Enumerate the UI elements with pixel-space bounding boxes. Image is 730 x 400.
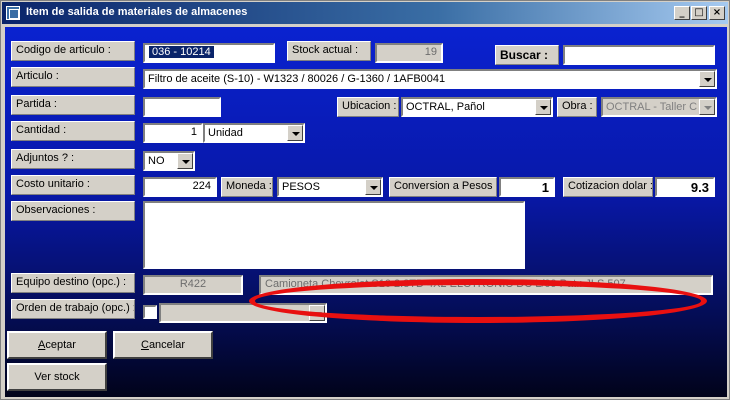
codigo-label: Codigo de articulo :	[11, 41, 135, 61]
cotizacion-label: Cotizacion dolar :	[563, 177, 653, 197]
unidad-combo[interactable]: Unidad	[203, 123, 305, 143]
stock-label: Stock actual :	[287, 41, 371, 61]
chevron-down-icon[interactable]	[177, 153, 193, 169]
buscar-label: Buscar :	[495, 45, 559, 65]
observaciones-label: Observaciones :	[11, 201, 135, 221]
obra-value: OCTRAL - Taller C	[606, 101, 697, 113]
window-title: Item de salida de materiales de almacene…	[26, 6, 248, 18]
aceptar-label: ceptar	[45, 339, 76, 351]
minimize-button[interactable]: _	[674, 6, 690, 20]
unidad-value: Unidad	[208, 127, 243, 139]
chevron-down-icon[interactable]	[699, 71, 715, 87]
title-bar[interactable]: Item de salida de materiales de almacene…	[2, 2, 728, 24]
cotizacion-input[interactable]: 9.3	[655, 177, 715, 197]
cancelar-mnemonic: C	[140, 339, 149, 351]
equipo-label: Equipo destino (opc.) :	[11, 273, 135, 293]
partida-label: Partida :	[11, 95, 135, 115]
conversion-label: Conversion a Pesos :	[389, 177, 497, 197]
orden-label: Orden de trabajo (opc.) :	[11, 299, 135, 319]
maximize-button[interactable]: □	[691, 6, 707, 20]
adjuntos-combo[interactable]: NO	[143, 151, 195, 171]
orden-checkbox[interactable]	[143, 305, 157, 319]
form-area: Codigo de articulo : 036 - 10214 Stock a…	[5, 27, 727, 397]
obra-combo: OCTRAL - Taller C	[601, 97, 717, 117]
cantidad-label: Cantidad :	[11, 121, 135, 141]
equipo-description-field: Camioneta Chevrolet S10 2.8TD 4X2 ELCTRO…	[259, 275, 713, 295]
codigo-input[interactable]: 036 - 10214	[143, 43, 275, 63]
equipo-code-field: R422	[143, 275, 243, 295]
chevron-down-icon[interactable]	[287, 125, 303, 141]
ubicacion-label: Ubicacion :	[337, 97, 399, 117]
buscar-input[interactable]	[563, 45, 715, 65]
orden-combo	[159, 303, 327, 323]
cantidad-input[interactable]: 1	[143, 123, 203, 143]
adjuntos-label: Adjuntos ? :	[11, 149, 135, 169]
observaciones-textarea[interactable]	[143, 201, 525, 269]
codigo-value: 036 - 10214	[149, 46, 214, 58]
ubicacion-combo[interactable]: OCTRAL, Pañol	[401, 97, 553, 117]
aceptar-button[interactable]: Aceptar	[7, 331, 107, 359]
conversion-input[interactable]: 1	[499, 177, 555, 197]
articulo-label: Articulo :	[11, 67, 135, 87]
obra-label: Obra :	[557, 97, 597, 117]
chevron-down-icon[interactable]	[535, 99, 551, 115]
ver-stock-button[interactable]: Ver stock	[7, 363, 107, 391]
costo-input[interactable]: 224	[143, 177, 217, 197]
moneda-value: PESOS	[282, 181, 320, 193]
cancelar-button[interactable]: Cancelar	[113, 331, 213, 359]
close-button[interactable]: ×	[709, 6, 725, 20]
articulo-combo[interactable]: Filtro de aceite (S-10) - W1323 / 80026 …	[143, 69, 717, 89]
chevron-down-icon[interactable]	[365, 179, 381, 195]
moneda-combo[interactable]: PESOS	[277, 177, 383, 197]
cancelar-label: ancelar	[148, 339, 186, 351]
ubicacion-value: OCTRAL, Pañol	[406, 101, 485, 113]
chevron-down-icon	[699, 99, 715, 115]
window: Item de salida de materiales de almacene…	[0, 0, 730, 400]
adjuntos-value: NO	[148, 155, 165, 167]
partida-input[interactable]	[143, 97, 221, 117]
app-icon	[6, 6, 20, 20]
costo-label: Costo unitario :	[11, 175, 135, 195]
stock-field: 19	[375, 43, 443, 63]
chevron-down-icon	[309, 305, 325, 321]
articulo-value: Filtro de aceite (S-10) - W1323 / 80026 …	[148, 73, 446, 85]
moneda-label: Moneda :	[221, 177, 273, 197]
